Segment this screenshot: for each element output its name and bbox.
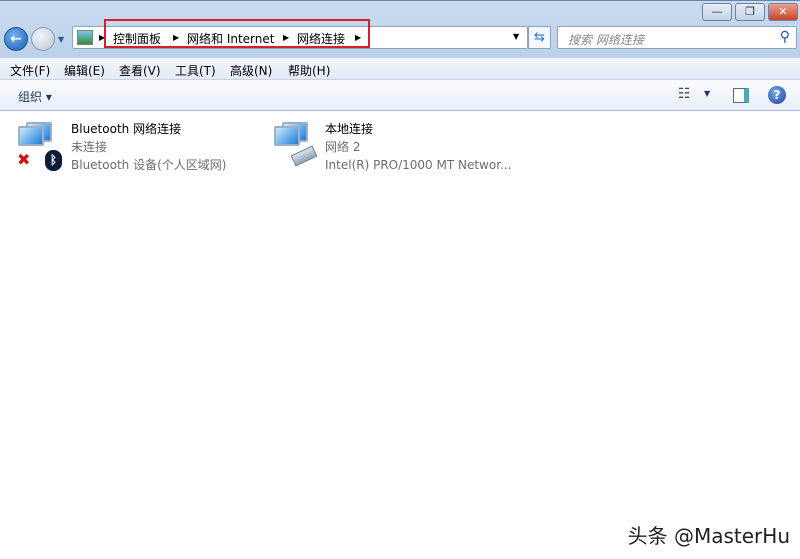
organize-button[interactable]: 组织 ▾ [18, 88, 52, 105]
network-folder-icon [77, 30, 93, 45]
connection-name: 本地连接 [325, 122, 374, 136]
connection-status: 未连接 [71, 140, 108, 154]
command-bar: 组织 ▾ ☷ ▼ ? [0, 80, 800, 111]
close-button[interactable]: ✕ [768, 3, 798, 21]
menu-edit[interactable]: 编辑(E) [64, 62, 105, 79]
restore-button[interactable]: ❐ [735, 3, 765, 21]
view-dropdown-icon[interactable]: ▼ [704, 89, 710, 98]
menu-file[interactable]: 文件(F) [10, 62, 50, 79]
menu-bar: 文件(F) 编辑(E) 查看(V) 工具(T) 高级(N) 帮助(H) [0, 58, 800, 80]
connection-device: Intel(R) PRO/1000 MT Networ... [325, 158, 512, 172]
connection-name: Bluetooth 网络连接 [71, 122, 182, 136]
address-dropdown[interactable]: ▼ [513, 32, 519, 41]
recent-pages-dropdown[interactable]: ▼ [58, 35, 64, 44]
watermark: 头条 @MasterHu [627, 524, 790, 548]
title-bar: — ❐ ✕ ← ▼ ▶ 控制面板 ▶ 网络和 Internet ▶ 网络连接 ▶… [0, 0, 800, 58]
bluetooth-icon: ᛒ [45, 150, 62, 171]
preview-pane-icon[interactable] [733, 88, 749, 103]
disconnected-x-icon: ✖ [17, 150, 31, 169]
connection-status: 网络 2 [325, 140, 361, 154]
connection-bluetooth[interactable]: ✖ ᛒ Bluetooth 网络连接 未连接 Bluetooth 设备(个人区域… [16, 120, 246, 176]
back-button[interactable]: ← [4, 27, 28, 51]
minimize-button[interactable]: — [702, 3, 732, 21]
connection-local[interactable]: 本地连接 网络 2 Intel(R) PRO/1000 MT Networ... [270, 120, 520, 176]
refresh-button[interactable]: ⇆ [528, 26, 551, 49]
highlight-box [104, 19, 370, 48]
help-icon[interactable]: ? [768, 86, 786, 104]
menu-advanced[interactable]: 高级(N) [230, 62, 272, 79]
search-input[interactable]: 搜索 网络连接 ⚲ [557, 26, 797, 49]
menu-view[interactable]: 查看(V) [119, 62, 161, 79]
forward-button[interactable] [31, 27, 55, 51]
search-icon[interactable]: ⚲ [780, 29, 790, 45]
search-placeholder: 搜索 网络连接 [568, 33, 644, 47]
menu-help[interactable]: 帮助(H) [288, 62, 330, 79]
menu-tools[interactable]: 工具(T) [175, 62, 216, 79]
view-options-icon[interactable]: ☷ [678, 86, 691, 102]
connection-device: Bluetooth 设备(个人区域网) [71, 158, 227, 172]
